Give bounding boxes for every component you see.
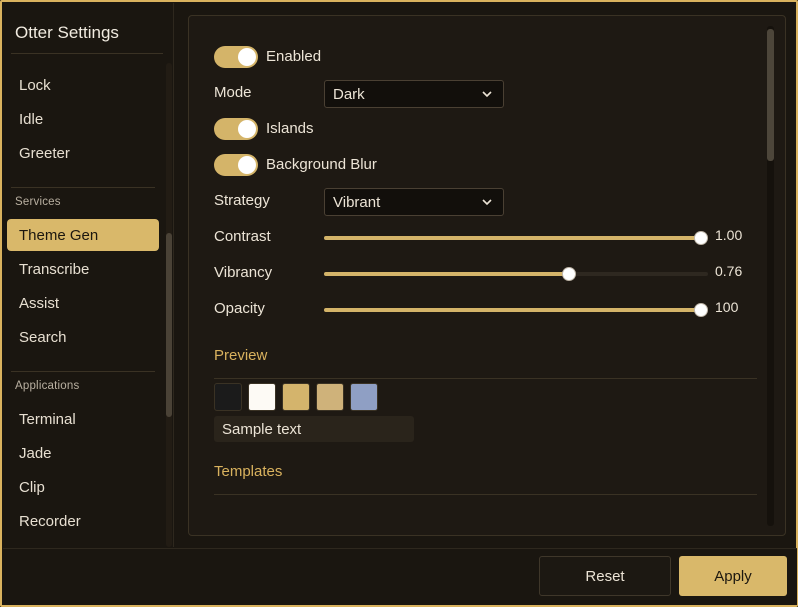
sidebar-item-theme-gen[interactable]: Theme Gen — [7, 219, 159, 251]
toggle-knob — [238, 120, 256, 138]
sidebar: Otter Settings Lock Idle Greeter Service… — [3, 3, 174, 547]
section-divider — [214, 494, 757, 495]
sidebar-divider — [11, 371, 155, 372]
sample-text: Sample text — [214, 416, 414, 442]
templates-title: Templates — [214, 463, 283, 480]
strategy-label: Strategy — [214, 192, 270, 209]
background-blur-label: Background Blur — [266, 156, 377, 173]
mode-label: Mode — [214, 84, 252, 101]
slider-fill — [324, 308, 701, 312]
apply-button[interactable]: Apply — [679, 556, 787, 596]
preview-title: Preview — [214, 347, 268, 364]
sidebar-divider — [11, 53, 163, 54]
strategy-dropdown[interactable]: Vibrant — [324, 188, 504, 216]
enabled-toggle[interactable] — [214, 46, 258, 68]
sidebar-divider — [11, 187, 155, 188]
reset-button[interactable]: Reset — [539, 556, 671, 596]
sidebar-item-lock[interactable]: Lock — [7, 69, 159, 101]
sidebar-item-greeter[interactable]: Greeter — [7, 137, 159, 169]
toggle-knob — [238, 48, 256, 66]
sidebar-item-recorder[interactable]: Recorder — [7, 505, 159, 537]
app-title: Otter Settings — [15, 23, 119, 42]
vibrancy-label: Vibrancy — [214, 264, 273, 281]
settings-window: Otter Settings Lock Idle Greeter Service… — [0, 0, 798, 607]
sidebar-item-transcribe[interactable]: Transcribe — [7, 253, 159, 285]
islands-label: Islands — [266, 120, 314, 137]
sidebar-item-jade[interactable]: Jade — [7, 437, 159, 469]
opacity-slider[interactable] — [324, 303, 708, 317]
vibrancy-slider[interactable] — [324, 267, 708, 281]
slider-thumb[interactable] — [562, 267, 576, 281]
footer-bar: Reset Apply — [3, 548, 797, 605]
enabled-label: Enabled — [266, 48, 322, 65]
section-divider — [214, 378, 757, 379]
toggle-knob — [238, 156, 256, 174]
sidebar-item-idle[interactable]: Idle — [7, 103, 159, 135]
color-swatch — [350, 383, 378, 411]
color-swatch — [316, 383, 344, 411]
color-swatch — [248, 383, 276, 411]
contrast-label: Contrast — [214, 228, 271, 245]
sidebar-item-assist[interactable]: Assist — [7, 287, 159, 319]
vibrancy-value: 0.76 — [715, 263, 743, 279]
contrast-slider[interactable] — [324, 231, 708, 245]
mode-dropdown-value: Dark — [333, 85, 365, 103]
sidebar-item-terminal[interactable]: Terminal — [7, 403, 159, 435]
background-blur-toggle[interactable] — [214, 154, 258, 176]
slider-thumb[interactable] — [694, 303, 708, 317]
section-label-services: Services — [15, 196, 61, 208]
sidebar-item-search[interactable]: Search — [7, 321, 159, 353]
panel-scrollbar[interactable] — [767, 26, 774, 526]
color-swatch — [214, 383, 242, 411]
slider-fill — [324, 236, 701, 240]
mode-dropdown[interactable]: Dark — [324, 80, 504, 108]
panel-scrollbar-thumb[interactable] — [767, 29, 774, 161]
strategy-dropdown-value: Vibrant — [333, 193, 381, 211]
swatch-row — [214, 383, 394, 411]
section-label-applications: Applications — [15, 380, 80, 392]
opacity-label: Opacity — [214, 300, 265, 317]
chevron-down-icon — [482, 91, 492, 98]
sidebar-scrollbar-thumb[interactable] — [166, 233, 172, 417]
sidebar-scrollbar[interactable] — [166, 63, 172, 547]
slider-fill — [324, 272, 569, 276]
slider-thumb[interactable] — [694, 231, 708, 245]
islands-toggle[interactable] — [214, 118, 258, 140]
color-swatch — [282, 383, 310, 411]
opacity-value: 100 — [715, 299, 739, 315]
contrast-value: 1.00 — [715, 227, 743, 243]
chevron-down-icon — [482, 199, 492, 206]
sidebar-item-clip[interactable]: Clip — [7, 471, 159, 503]
